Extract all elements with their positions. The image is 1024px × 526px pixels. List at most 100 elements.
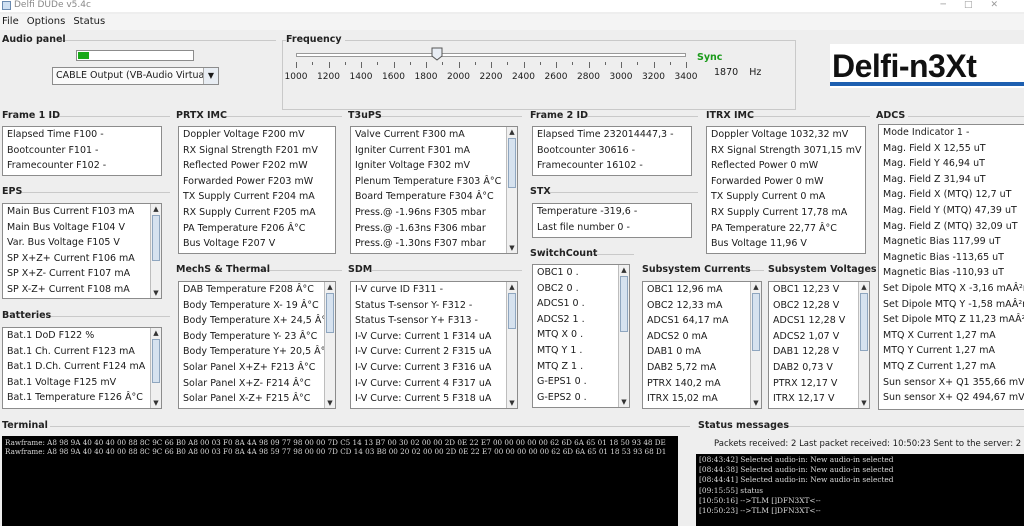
switchcount-scrollbar[interactable]: ▲ ▼: [618, 265, 629, 407]
scroll-down-icon[interactable]: ▼: [619, 397, 629, 407]
list-item: G-EPS2 0 .: [537, 391, 587, 403]
frame1-title: Frame 1 ID: [2, 110, 60, 121]
t3ups-title: T3uPS: [348, 110, 382, 121]
subvoltages-scrollbar[interactable]: ▲ ▼: [858, 282, 869, 408]
frequency-slider-track[interactable]: [296, 53, 686, 57]
slider-tick: [296, 62, 297, 68]
menu-file[interactable]: File: [0, 14, 25, 30]
scroll-up-icon[interactable]: ▲: [859, 282, 869, 292]
scroll-down-icon[interactable]: ▼: [151, 398, 161, 408]
eps-scrollbar[interactable]: ▲ ▼: [150, 204, 161, 298]
frequency-title: Frequency: [286, 34, 345, 45]
scroll-up-icon[interactable]: ▲: [507, 282, 517, 292]
switchcount-list: OBC1 0 . OBC2 0 . ADCS1 0 . ADCS2 1 . MT…: [532, 264, 630, 408]
frame1-list: Elapsed Time F100 - Bootcounter F101 - F…: [2, 126, 162, 176]
scroll-down-icon[interactable]: ▼: [325, 398, 335, 408]
menu-bar: File Options Status: [0, 14, 1024, 30]
list-item: Bus Voltage F207 V: [183, 238, 276, 250]
mechs-scrollbar[interactable]: ▲ ▼: [324, 282, 335, 408]
scroll-up-icon[interactable]: ▲: [151, 204, 161, 214]
list-item: Mag. Field Y (MTQ) 47,39 uT: [883, 204, 1017, 216]
list-item: Set Dipole MTQ Z 11,23 mAÂ²m: [883, 314, 1024, 326]
slider-tick-label: 2000: [447, 72, 470, 82]
slider-tick-label: 2200: [479, 72, 503, 82]
scroll-down-icon[interactable]: ▼: [751, 398, 761, 408]
scroll-thumb[interactable]: [752, 293, 760, 351]
scroll-up-icon[interactable]: ▲: [507, 127, 517, 137]
slider-tick-label: 1200: [317, 72, 340, 82]
prtx-panel: PRTX IMC Doppler Voltage F200 mV RX Sign…: [174, 110, 342, 258]
list-item: Mag. Field Z 31,94 uT: [883, 173, 986, 185]
subvoltages-title: Subsystem Voltages: [768, 264, 877, 275]
list-item: ITRX 12,17 V: [773, 393, 835, 405]
scroll-down-icon[interactable]: ▼: [507, 243, 517, 253]
list-item: Solar Panel X+Z- F214 Â°C: [183, 377, 311, 389]
mechs-thermal-panel: MechS & Thermal DAB Temperature F208 Â°C…: [174, 264, 342, 412]
slider-tick-label: 3400: [674, 72, 698, 82]
batteries-scrollbar[interactable]: ▲ ▼: [150, 328, 161, 408]
list-item: Elapsed Time 232014447,3 -: [537, 129, 674, 140]
list-item: SP X-Z+ Current F108 mA: [7, 283, 130, 295]
frequency-slider-thumb[interactable]: [431, 47, 443, 61]
list-item: Plenum Temperature F303 Â°C: [355, 175, 502, 187]
list-item: ADCS2 1,07 V: [773, 330, 840, 342]
scroll-thumb[interactable]: [326, 293, 334, 333]
list-item: Bootcounter F101 -: [7, 144, 99, 156]
list-item: ADCS2 1 .: [537, 313, 585, 325]
scroll-up-icon[interactable]: ▲: [751, 282, 761, 292]
switchcount-title: SwitchCount: [530, 248, 598, 259]
subcurrents-list: OBC1 12,96 mA OBC2 12,33 mA ADCS1 64,17 …: [642, 281, 762, 409]
slider-tick: [669, 62, 671, 65]
status-line: [10:50:16] -->TLM []DFN3XT<--: [699, 495, 821, 505]
sdm-title: SDM: [348, 264, 373, 275]
list-item: Magnetic Bias -113,65 uT: [883, 251, 1004, 263]
window-controls[interactable]: ─□✕: [941, 0, 1016, 10]
list-item: Mag. Field Z (MTQ) 32,09 uT: [883, 220, 1018, 232]
list-item: G-EPS1 0 .: [537, 376, 587, 388]
menu-options[interactable]: Options: [25, 14, 72, 30]
list-item: MTQ Y Current 1,27 mA: [883, 345, 995, 357]
subcurrents-scrollbar[interactable]: ▲ ▼: [750, 282, 761, 408]
terminal-output[interactable]: Rawframe: A8 98 9A 40 40 40 00 88 8C 9C …: [2, 436, 678, 526]
list-item: Press.@ -1.96ns F305 mbar: [355, 206, 486, 218]
scroll-thumb[interactable]: [508, 293, 516, 329]
scroll-up-icon[interactable]: ▲: [325, 282, 335, 292]
list-item: PTRX 12,17 V: [773, 377, 838, 389]
menu-status[interactable]: Status: [71, 14, 111, 30]
status-messages-header: Status messages Packets received: 2 Last…: [696, 420, 1024, 454]
frequency-panel: Frequency 1000 1200 1400 1600 1800 2000 2200 24…: [282, 34, 796, 110]
scroll-up-icon[interactable]: ▲: [151, 328, 161, 338]
scroll-thumb[interactable]: [152, 339, 160, 383]
status-line: [08:43:42] Selected audio-in: New audio-…: [699, 455, 894, 464]
scroll-thumb[interactable]: [860, 293, 868, 351]
subsystem-voltages-panel: Subsystem Voltages OBC1 12,23 V OBC2 12,…: [766, 264, 877, 412]
scroll-down-icon[interactable]: ▼: [507, 398, 517, 408]
t3ups-scrollbar[interactable]: ▲ ▼: [506, 127, 517, 253]
subvoltages-list: OBC1 12,23 V OBC2 12,28 V ADCS1 12,28 V …: [768, 281, 870, 409]
slider-tick: [426, 62, 427, 68]
scroll-thumb[interactable]: [508, 138, 516, 188]
status-messages-log[interactable]: [08:43:42] Selected audio-in: New audio-…: [696, 454, 1024, 526]
audio-level-fill: [78, 52, 89, 59]
list-item: Elapsed Time F100 -: [7, 129, 104, 140]
scroll-thumb[interactable]: [620, 276, 628, 332]
delfi-n3xt-logo: Delfi-n3Xt: [830, 44, 1024, 88]
audio-output-select[interactable]: CABLE Output (VB-Audio Virtual ▼: [52, 67, 219, 85]
list-item: PA Temperature 22,77 Â°C: [711, 222, 837, 234]
list-item: Press.@ -1.30ns F307 mbar: [355, 238, 486, 250]
slider-tick: [442, 62, 444, 65]
frame1-panel: Frame 1 ID Elapsed Time F100 - Bootcount…: [0, 110, 170, 184]
list-item: OBC1 0 .: [537, 267, 579, 278]
list-item: PTRX 140,2 mA: [647, 377, 721, 389]
scroll-down-icon[interactable]: ▼: [151, 288, 161, 298]
chevron-down-icon[interactable]: ▼: [203, 68, 218, 84]
status-line: [08:44:41] Selected audio-in: New audio-…: [699, 475, 894, 485]
list-item: Mag. Field Y 46,94 uT: [883, 158, 985, 170]
slider-tick: [686, 62, 687, 68]
scroll-down-icon[interactable]: ▼: [859, 398, 869, 408]
sdm-scrollbar[interactable]: ▲ ▼: [506, 282, 517, 408]
list-item: Magnetic Bias -110,93 uT: [883, 267, 1004, 279]
list-item: Reflected Power 0 mW: [711, 160, 819, 172]
scroll-up-icon[interactable]: ▲: [619, 265, 629, 275]
scroll-thumb[interactable]: [152, 215, 160, 261]
